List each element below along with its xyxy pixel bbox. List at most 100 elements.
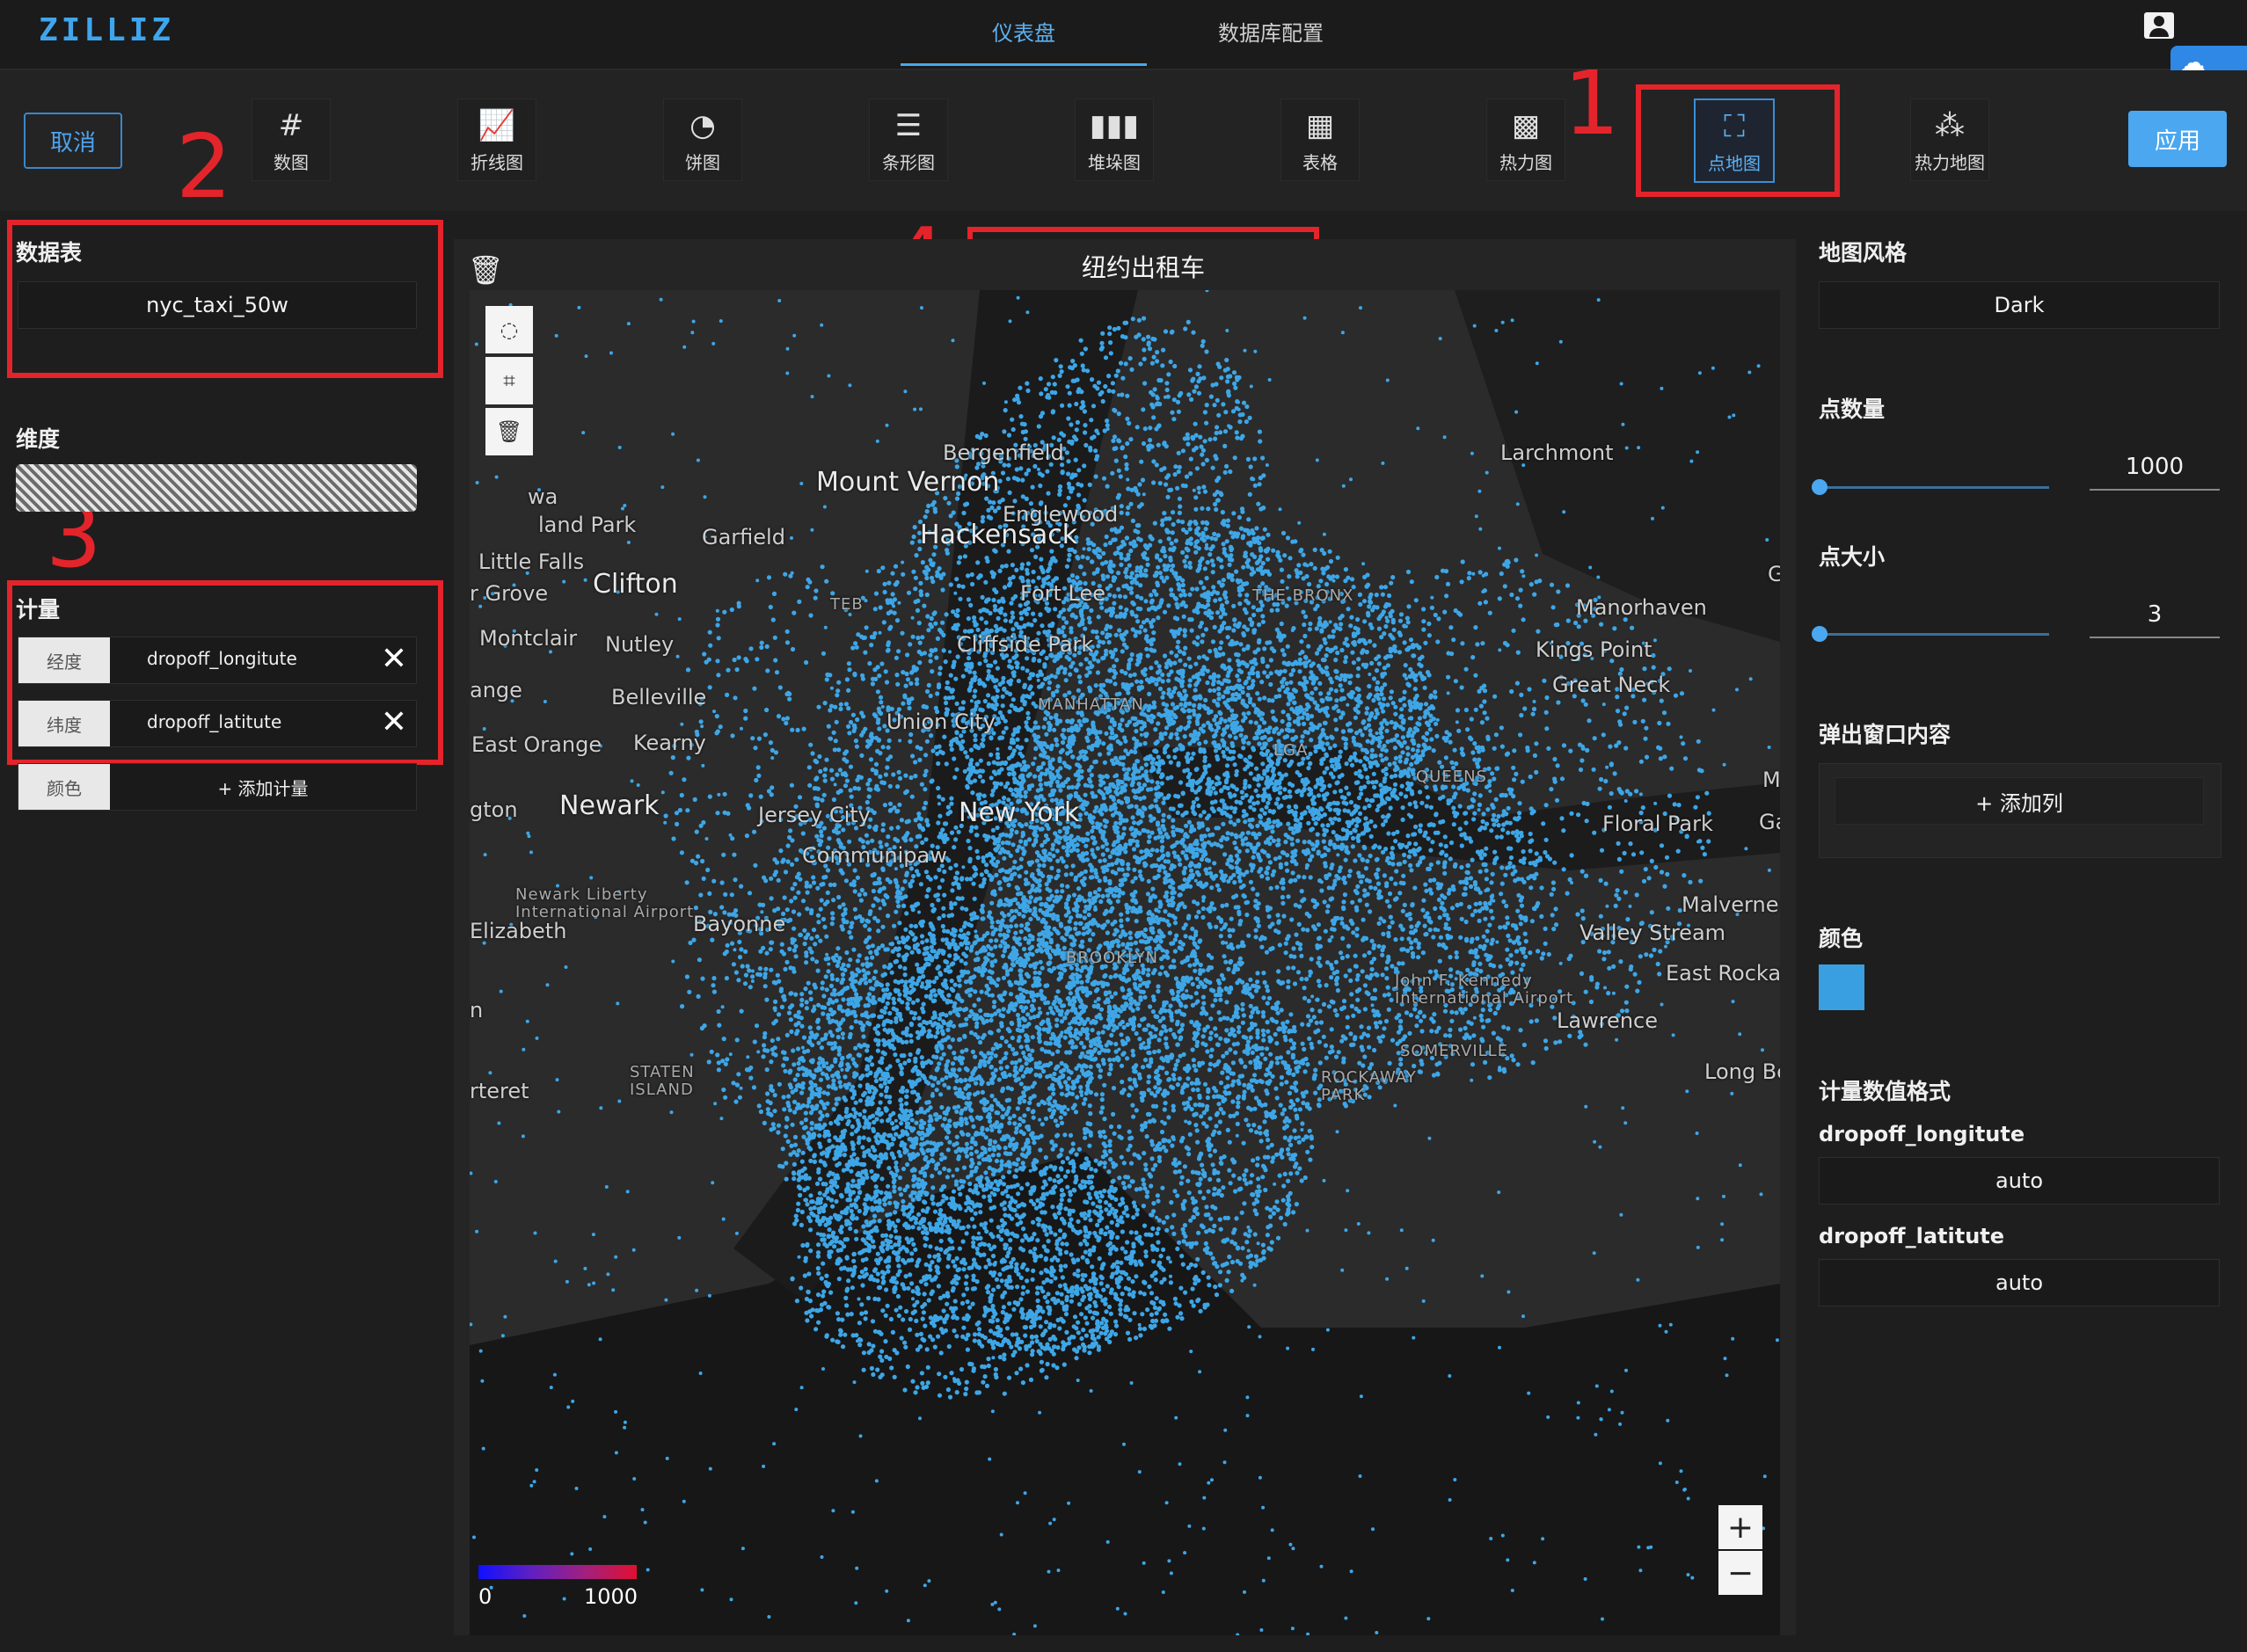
- map-point: [783, 870, 789, 875]
- map-point: [1288, 556, 1293, 561]
- map-point: [946, 695, 952, 701]
- map-point: [859, 887, 865, 893]
- map-point: [1047, 395, 1052, 400]
- chart-type-bar-chart[interactable]: ☰ 条形图: [869, 98, 948, 181]
- map-point: [1122, 594, 1128, 600]
- map-point: [1242, 785, 1247, 790]
- chart-type-heatmap[interactable]: ▩ 热力图: [1486, 98, 1565, 181]
- dimension-dropzone[interactable]: [16, 464, 417, 512]
- map-point: [863, 923, 868, 928]
- map-point: [801, 1035, 807, 1040]
- map-point: [1032, 774, 1038, 779]
- trash-icon[interactable]: 🗑: [468, 253, 504, 287]
- map-point: [1250, 528, 1255, 534]
- chart-type-pie-chart[interactable]: ◔ 饼图: [663, 98, 742, 181]
- map-point: [1173, 571, 1178, 576]
- map-point: [1219, 375, 1224, 381]
- map-point: [1258, 506, 1264, 512]
- map-point: [893, 1228, 898, 1234]
- map-point: [1032, 618, 1038, 623]
- chart-type-table[interactable]: ▦ 表格: [1280, 98, 1360, 181]
- map-point: [1066, 416, 1071, 421]
- map-point: [868, 950, 873, 955]
- map-point: [869, 731, 874, 737]
- map-point: [895, 784, 901, 790]
- point-map[interactable]: ◌ ⌗ 🗑 Mount Vernon Hackensack Englewood Gar…: [470, 290, 1780, 1635]
- map-point: [1230, 409, 1237, 414]
- close-icon[interactable]: ✕: [381, 704, 407, 740]
- map-point: [824, 987, 829, 993]
- measure-row-latitude[interactable]: 纬度 dropoff_latitute ✕: [18, 700, 417, 747]
- map-point: [1196, 677, 1202, 682]
- map-point: [1015, 729, 1020, 734]
- map-point: [867, 777, 872, 782]
- map-point: [958, 596, 963, 601]
- cancel-button[interactable]: 取消: [24, 113, 122, 169]
- map-point: [1147, 346, 1153, 352]
- map-point: [1148, 426, 1153, 431]
- map-point: [1031, 569, 1036, 575]
- map-point: [1224, 463, 1229, 469]
- map-point: [1212, 589, 1217, 594]
- map-point: [834, 719, 839, 724]
- map-point: [1000, 703, 1005, 709]
- map-point: [1376, 654, 1382, 659]
- measure-field: dropoff_longitute: [147, 648, 297, 669]
- map-point: [1101, 741, 1106, 746]
- map-point: [835, 688, 841, 694]
- map-point: [1187, 771, 1193, 776]
- map-point: [1358, 601, 1363, 608]
- map-point: [829, 972, 835, 978]
- map-point: [989, 938, 994, 943]
- map-point: [1057, 373, 1062, 378]
- map-point: [1224, 539, 1229, 544]
- map-point: [1220, 664, 1225, 669]
- map-point: [1305, 804, 1311, 811]
- map-point: [1248, 771, 1253, 776]
- map-point: [1147, 834, 1152, 840]
- chart-type-label: 饼图: [685, 151, 720, 173]
- map-point: [1198, 813, 1203, 819]
- close-icon[interactable]: ✕: [381, 641, 407, 677]
- datasource-select[interactable]: nyc_taxi_50w: [18, 281, 417, 329]
- map-point: [904, 1101, 909, 1106]
- map-point: [1121, 584, 1127, 589]
- measure-row-longitude[interactable]: 经度 dropoff_longitute ✕: [18, 637, 417, 684]
- map-point: [966, 931, 971, 936]
- map-point: [835, 693, 840, 698]
- map-point: [865, 956, 870, 961]
- map-point: [1186, 441, 1191, 447]
- chart-type-hash[interactable]: # 数图: [252, 98, 331, 181]
- map-point: [1326, 691, 1331, 696]
- map-point: [880, 827, 886, 833]
- chart-type-line-chart[interactable]: 📈 折线图: [457, 98, 536, 181]
- map-point: [896, 649, 901, 654]
- map-point: [776, 1123, 782, 1128]
- map-point: [1164, 529, 1170, 535]
- user-icon[interactable]: [2144, 12, 2174, 39]
- map-point: [1088, 448, 1093, 453]
- map-point: [1139, 726, 1144, 731]
- map-point: [1086, 912, 1091, 918]
- chart-type-stacked-bar[interactable]: ▮▮▮ 堆垛图: [1075, 98, 1154, 181]
- measure-row-color[interactable]: 颜色 + 添加计量: [18, 763, 417, 811]
- map-point: [910, 1225, 916, 1230]
- map-point: [1226, 679, 1231, 684]
- map-point: [926, 567, 931, 572]
- map-point: [1180, 588, 1186, 593]
- map-point: [1221, 821, 1226, 826]
- map-point: [1119, 800, 1124, 805]
- map-point: [1275, 608, 1280, 613]
- map-point: [1327, 783, 1332, 789]
- tab-dashboard[interactable]: 仪表盘: [992, 16, 1055, 47]
- choropleth-icon: ⁂: [1935, 107, 1965, 143]
- apply-button[interactable]: 应用: [2128, 111, 2227, 167]
- chart-type-choropleth[interactable]: ⁂ 热力地图: [1910, 98, 1989, 181]
- map-point: [1288, 680, 1294, 685]
- add-measure-button[interactable]: + 添加计量: [110, 775, 416, 800]
- map-point: [1057, 488, 1062, 493]
- tab-database-config[interactable]: 数据库配置: [1218, 16, 1324, 47]
- map-point: [1301, 609, 1306, 615]
- map-point: [1247, 491, 1252, 497]
- zilliz-logo[interactable]: ZILLIZ: [39, 12, 174, 48]
